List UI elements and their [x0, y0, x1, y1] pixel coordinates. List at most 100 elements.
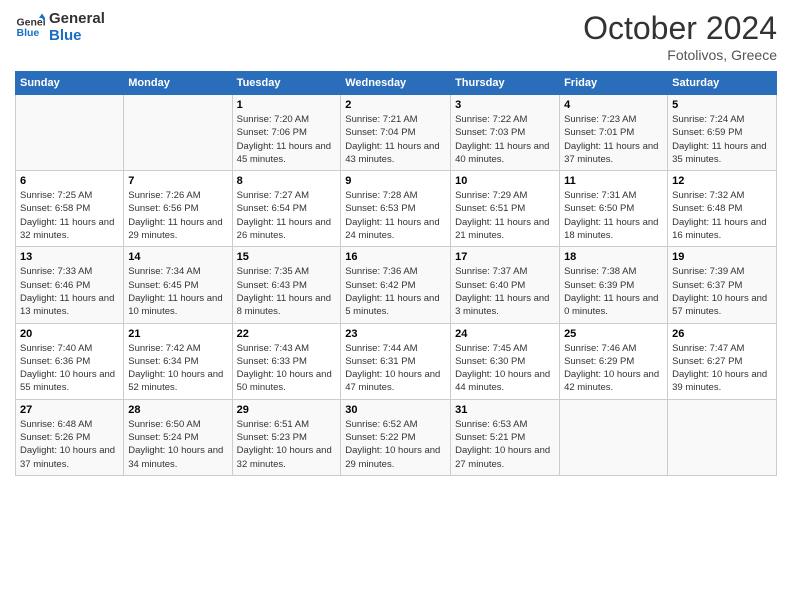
day-info: Sunrise: 7:39 AMSunset: 6:37 PMDaylight:… — [672, 265, 772, 318]
day-info: Sunrise: 7:20 AMSunset: 7:06 PMDaylight:… — [237, 113, 337, 166]
day-info: Sunrise: 7:44 AMSunset: 6:31 PMDaylight:… — [345, 342, 446, 395]
day-number: 17 — [455, 251, 555, 263]
day-info: Sunrise: 7:23 AMSunset: 7:01 PMDaylight:… — [564, 113, 663, 166]
week-row-5: 27 Sunrise: 6:48 AMSunset: 5:26 PMDayligh… — [16, 399, 777, 475]
day-number: 16 — [345, 251, 446, 263]
day-info: Sunrise: 7:26 AMSunset: 6:56 PMDaylight:… — [128, 189, 227, 242]
day-number: 30 — [345, 404, 446, 416]
col-header-monday: Monday — [124, 72, 232, 95]
day-cell: 12 Sunrise: 7:32 AMSunset: 6:48 PMDayligh… — [668, 171, 777, 247]
day-number: 14 — [128, 251, 227, 263]
day-number: 15 — [237, 251, 337, 263]
day-cell: 7 Sunrise: 7:26 AMSunset: 6:56 PMDaylight… — [124, 171, 232, 247]
day-number: 13 — [20, 251, 119, 263]
day-number: 27 — [20, 404, 119, 416]
week-row-3: 13Sunrise: 7:33 AMSunset: 6:46 PMDayligh… — [16, 247, 777, 323]
logo-icon: General Blue — [15, 12, 45, 42]
logo-blue: Blue — [49, 27, 105, 44]
day-cell: 5Sunrise: 7:24 AMSunset: 6:59 PMDaylight… — [668, 95, 777, 171]
day-info: Sunrise: 7:43 AMSunset: 6:33 PMDaylight:… — [237, 342, 337, 395]
day-cell: 9 Sunrise: 7:28 AMSunset: 6:53 PMDaylight… — [341, 171, 451, 247]
day-info: Sunrise: 7:28 AMSunset: 6:53 PMDaylight:… — [345, 189, 446, 242]
day-info: Sunrise: 7:38 AMSunset: 6:39 PMDaylight:… — [564, 265, 663, 318]
col-header-tuesday: Tuesday — [232, 72, 341, 95]
col-header-friday: Friday — [560, 72, 668, 95]
day-info: Sunrise: 7:46 AMSunset: 6:29 PMDaylight:… — [564, 342, 663, 395]
day-cell: 29 Sunrise: 6:51 AMSunset: 5:23 PMDayligh… — [232, 399, 341, 475]
day-info: Sunrise: 7:36 AMSunset: 6:42 PMDaylight:… — [345, 265, 446, 318]
day-number: 22 — [237, 328, 337, 340]
day-number: 21 — [128, 328, 227, 340]
day-info: Sunrise: 7:32 AMSunset: 6:48 PMDaylight:… — [672, 189, 772, 242]
day-info: Sunrise: 7:45 AMSunset: 6:30 PMDaylight:… — [455, 342, 555, 395]
day-info: Sunrise: 6:50 AMSunset: 5:24 PMDaylight:… — [128, 418, 227, 471]
day-number: 7 — [128, 175, 227, 187]
day-cell: 3 Sunrise: 7:22 AMSunset: 7:03 PMDaylight… — [451, 95, 560, 171]
day-cell: 19 Sunrise: 7:39 AMSunset: 6:37 PMDayligh… — [668, 247, 777, 323]
day-cell: 22 Sunrise: 7:43 AMSunset: 6:33 PMDayligh… — [232, 323, 341, 399]
svg-text:Blue: Blue — [17, 27, 40, 39]
day-cell: 8Sunrise: 7:27 AMSunset: 6:54 PMDaylight… — [232, 171, 341, 247]
day-info: Sunrise: 6:53 AMSunset: 5:21 PMDaylight:… — [455, 418, 555, 471]
day-info: Sunrise: 7:22 AMSunset: 7:03 PMDaylight:… — [455, 113, 555, 166]
col-header-saturday: Saturday — [668, 72, 777, 95]
column-headers: SundayMondayTuesdayWednesdayThursdayFrid… — [16, 72, 777, 95]
day-info: Sunrise: 7:40 AMSunset: 6:36 PMDaylight:… — [20, 342, 119, 395]
day-number: 10 — [455, 175, 555, 187]
day-cell: 14 Sunrise: 7:34 AMSunset: 6:45 PMDayligh… — [124, 247, 232, 323]
day-info: Sunrise: 7:21 AMSunset: 7:04 PMDaylight:… — [345, 113, 446, 166]
day-cell: 11Sunrise: 7:31 AMSunset: 6:50 PMDayligh… — [560, 171, 668, 247]
day-number: 1 — [237, 99, 337, 111]
day-info: Sunrise: 7:35 AMSunset: 6:43 PMDaylight:… — [237, 265, 337, 318]
week-row-1: 1 Sunrise: 7:20 AMSunset: 7:06 PMDaylight… — [16, 95, 777, 171]
day-cell: 21Sunrise: 7:42 AMSunset: 6:34 PMDayligh… — [124, 323, 232, 399]
location-title: Fotolivos, Greece — [583, 47, 777, 63]
header: General Blue General Blue October 2024 F… — [15, 10, 777, 63]
day-number: 9 — [345, 175, 446, 187]
day-cell — [16, 95, 124, 171]
day-number: 24 — [455, 328, 555, 340]
day-info: Sunrise: 7:47 AMSunset: 6:27 PMDaylight:… — [672, 342, 772, 395]
day-info: Sunrise: 7:24 AMSunset: 6:59 PMDaylight:… — [672, 113, 772, 166]
calendar-table: SundayMondayTuesdayWednesdayThursdayFrid… — [15, 71, 777, 476]
title-area: October 2024 Fotolivos, Greece — [583, 10, 777, 63]
day-info: Sunrise: 7:25 AMSunset: 6:58 PMDaylight:… — [20, 189, 119, 242]
day-number: 31 — [455, 404, 555, 416]
day-info: Sunrise: 7:37 AMSunset: 6:40 PMDaylight:… — [455, 265, 555, 318]
day-cell: 28 Sunrise: 6:50 AMSunset: 5:24 PMDayligh… — [124, 399, 232, 475]
day-number: 20 — [20, 328, 119, 340]
day-number: 25 — [564, 328, 663, 340]
logo: General Blue General Blue — [15, 10, 105, 44]
day-number: 19 — [672, 251, 772, 263]
day-number: 29 — [237, 404, 337, 416]
day-info: Sunrise: 7:29 AMSunset: 6:51 PMDaylight:… — [455, 189, 555, 242]
day-cell: 15 Sunrise: 7:35 AMSunset: 6:43 PMDayligh… — [232, 247, 341, 323]
day-info: Sunrise: 6:48 AMSunset: 5:26 PMDaylight:… — [20, 418, 119, 471]
day-cell: 2 Sunrise: 7:21 AMSunset: 7:04 PMDaylight… — [341, 95, 451, 171]
day-number: 11 — [564, 175, 663, 187]
day-cell: 16 Sunrise: 7:36 AMSunset: 6:42 PMDayligh… — [341, 247, 451, 323]
day-number: 23 — [345, 328, 446, 340]
day-info: Sunrise: 7:27 AMSunset: 6:54 PMDaylight:… — [237, 189, 337, 242]
day-cell: 10 Sunrise: 7:29 AMSunset: 6:51 PMDayligh… — [451, 171, 560, 247]
day-number: 6 — [20, 175, 119, 187]
week-row-2: 6 Sunrise: 7:25 AMSunset: 6:58 PMDaylight… — [16, 171, 777, 247]
day-number: 2 — [345, 99, 446, 111]
day-cell: 1 Sunrise: 7:20 AMSunset: 7:06 PMDaylight… — [232, 95, 341, 171]
day-cell: 4 Sunrise: 7:23 AMSunset: 7:01 PMDaylight… — [560, 95, 668, 171]
day-number: 26 — [672, 328, 772, 340]
day-info: Sunrise: 6:51 AMSunset: 5:23 PMDaylight:… — [237, 418, 337, 471]
day-info: Sunrise: 6:52 AMSunset: 5:22 PMDaylight:… — [345, 418, 446, 471]
week-row-4: 20 Sunrise: 7:40 AMSunset: 6:36 PMDayligh… — [16, 323, 777, 399]
day-number: 28 — [128, 404, 227, 416]
day-number: 18 — [564, 251, 663, 263]
day-cell — [124, 95, 232, 171]
day-cell: 27 Sunrise: 6:48 AMSunset: 5:26 PMDayligh… — [16, 399, 124, 475]
day-number: 4 — [564, 99, 663, 111]
day-cell: 13Sunrise: 7:33 AMSunset: 6:46 PMDayligh… — [16, 247, 124, 323]
day-cell: 24 Sunrise: 7:45 AMSunset: 6:30 PMDayligh… — [451, 323, 560, 399]
day-number: 12 — [672, 175, 772, 187]
day-info: Sunrise: 7:34 AMSunset: 6:45 PMDaylight:… — [128, 265, 227, 318]
day-number: 3 — [455, 99, 555, 111]
logo-general: General — [49, 10, 105, 27]
